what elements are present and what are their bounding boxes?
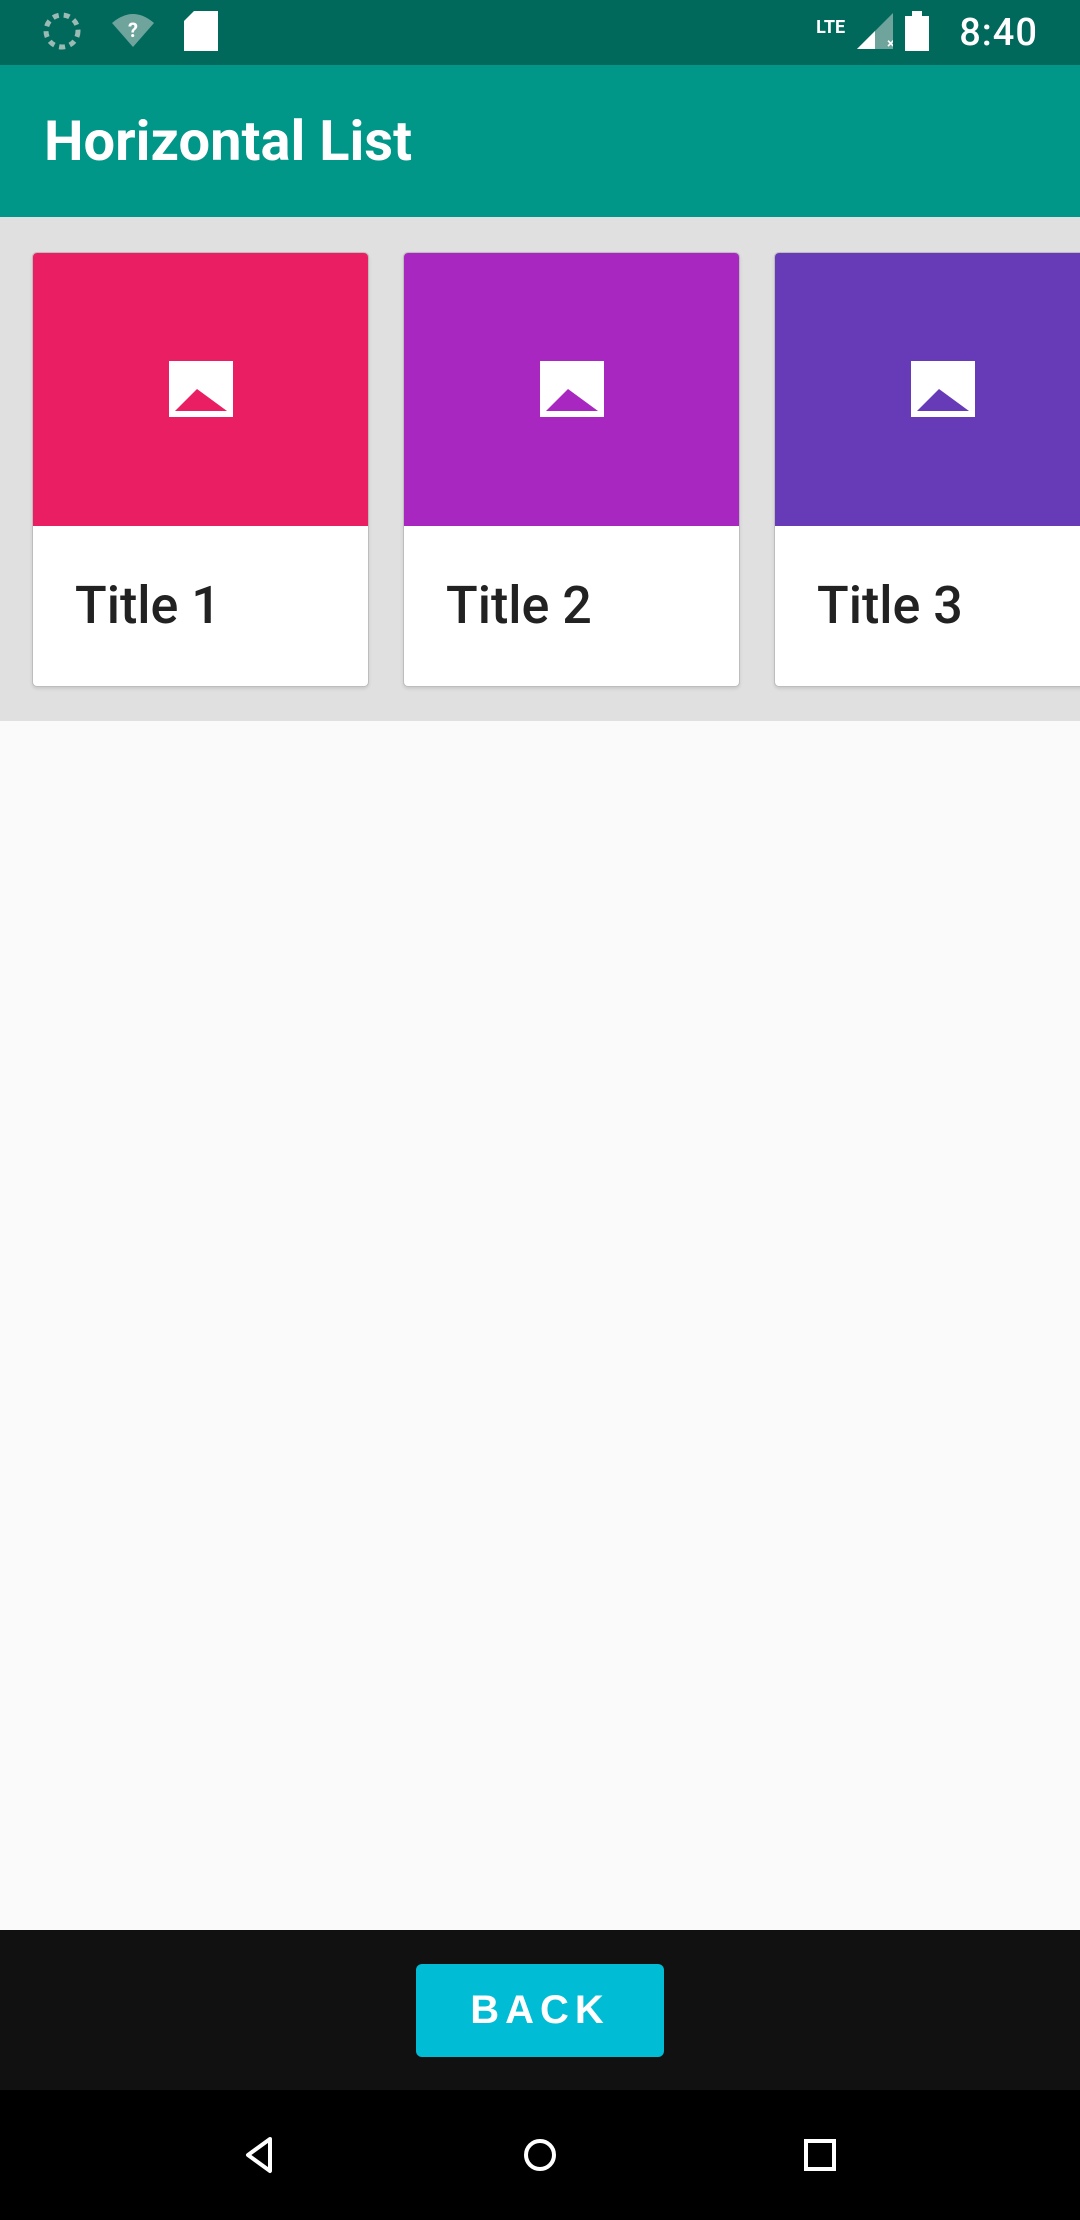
card-title: Title 1 [33,526,368,686]
image-placeholder-icon [169,361,233,417]
status-left: ? [42,11,218,55]
nav-recent-icon[interactable] [797,2132,843,2178]
wifi-question-icon: ? [110,13,156,53]
image-placeholder-icon [540,361,604,417]
lte-label: LTE [816,17,845,38]
list-card[interactable]: Title 1 [32,252,369,687]
nav-home-icon[interactable] [517,2132,563,2178]
list-card[interactable]: Title 2 [403,252,740,687]
horizontal-list[interactable]: Title 1 Title 2 Title 3 [0,217,1080,721]
app-bar: Horizontal List [0,65,1080,217]
status-bar: ? LTE × 8:40 [0,0,1080,65]
status-clock: 8:40 [959,11,1038,55]
system-nav-bar [0,2090,1080,2220]
list-card[interactable]: Title 3 [774,252,1080,687]
bottom-action-bar: BACK [0,1930,1080,2090]
spinner-icon [42,11,82,55]
battery-full-icon [905,11,929,55]
card-image-area [775,253,1080,526]
back-button[interactable]: BACK [416,1964,664,2057]
page-title: Horizontal List [44,108,412,174]
main-content [0,721,1080,1930]
card-image-area [404,253,739,526]
nav-back-icon[interactable] [237,2132,283,2178]
svg-text:?: ? [128,18,138,42]
sd-card-icon [184,11,218,55]
card-image-area [33,253,368,526]
card-title: Title 2 [404,526,739,686]
status-right: LTE × 8:40 [816,11,1038,55]
svg-text:×: × [887,36,893,49]
card-title: Title 3 [775,526,1080,686]
signal-icon: × [857,13,893,53]
image-placeholder-icon [911,361,975,417]
